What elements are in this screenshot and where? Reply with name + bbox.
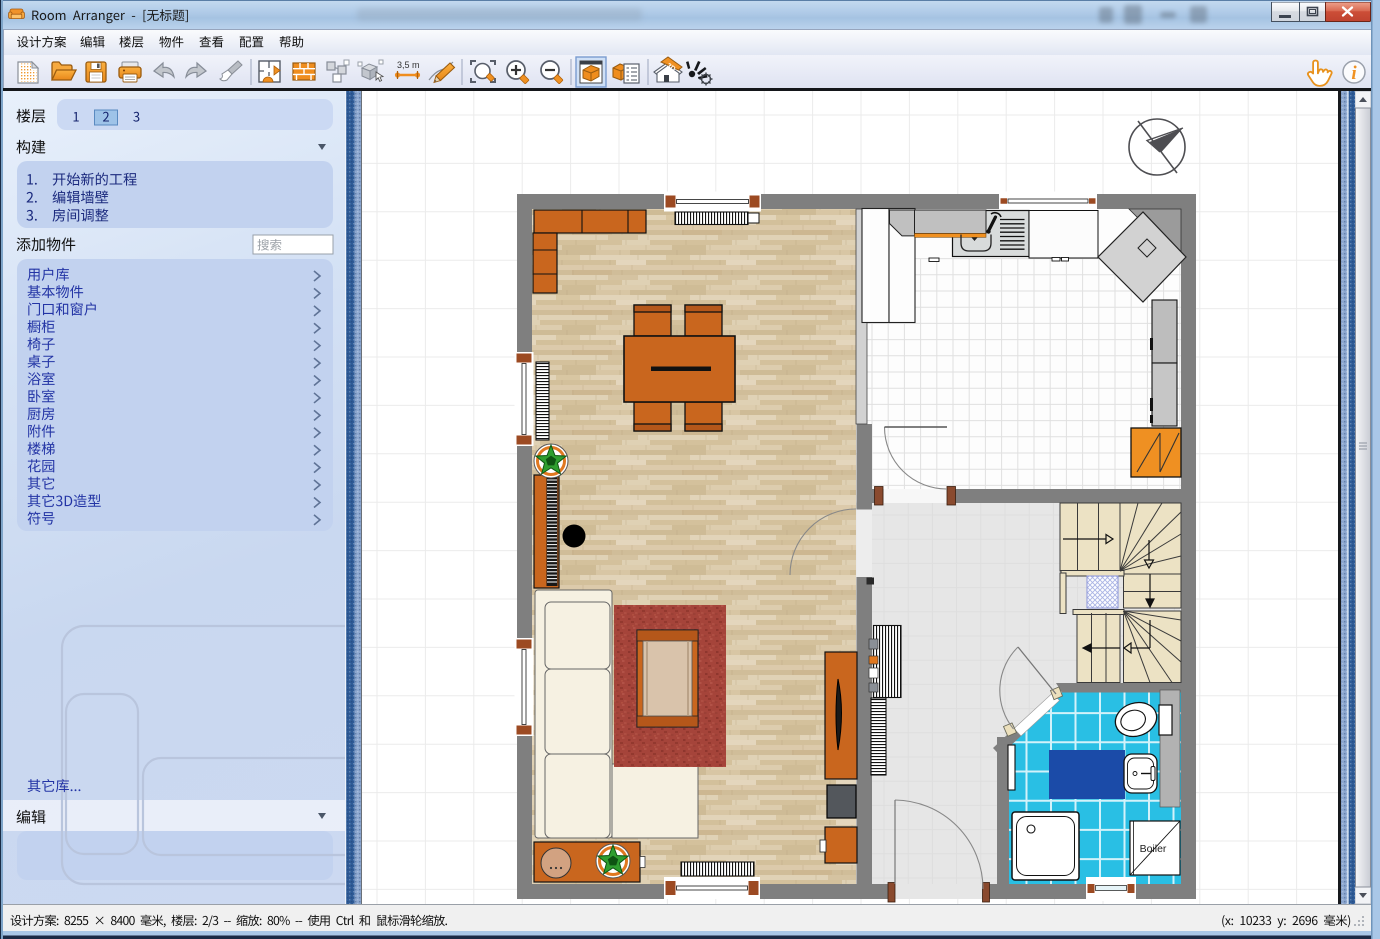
svg-text:i: i (1351, 63, 1357, 84)
svg-text:3,5 m: 3,5 m (397, 60, 420, 70)
svg-text:Boiler: Boiler (1140, 843, 1167, 855)
